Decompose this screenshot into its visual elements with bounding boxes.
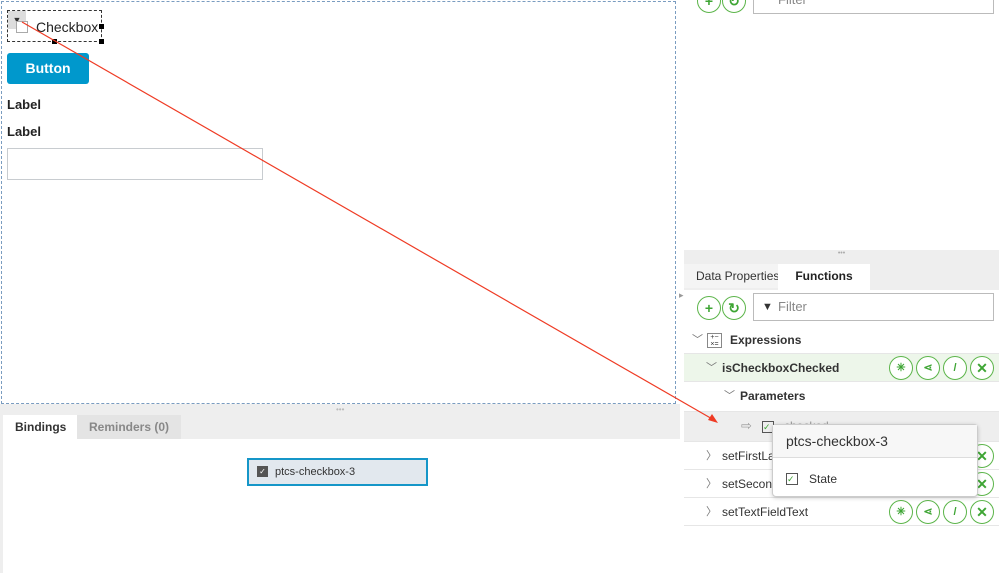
- arrow-head: [708, 414, 718, 423]
- arrow-line: [21, 21, 715, 421]
- binding-drag-arrow: [21, 21, 718, 423]
